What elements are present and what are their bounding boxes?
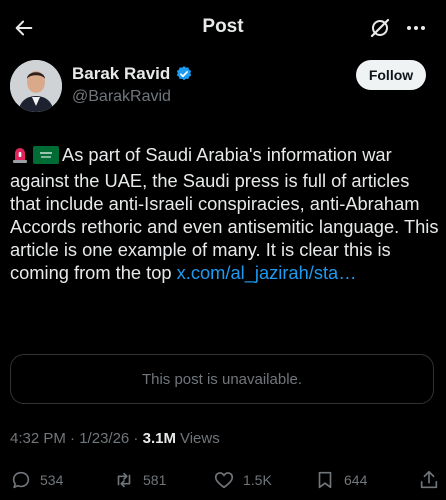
top-bar: Post — [0, 0, 446, 56]
post-date[interactable]: 1/23/26 — [79, 430, 129, 447]
reply-count: 534 — [40, 472, 64, 488]
author-name-row: Barak Ravid — [72, 64, 193, 84]
meta-separator: · — [129, 430, 143, 447]
meta-separator: · — [65, 430, 80, 447]
share-button[interactable] — [418, 468, 440, 492]
post-meta: 4:32 PM · 1/23/26 · 3.1M Views — [10, 430, 220, 447]
reply-icon — [12, 471, 30, 489]
like-button[interactable]: 1.5K — [213, 468, 272, 492]
views-count[interactable]: 3.1M — [143, 430, 176, 447]
avatar[interactable] — [10, 60, 62, 112]
unavailable-text: This post is unavailable. — [141, 370, 303, 388]
heart-icon — [214, 472, 234, 489]
grok-button[interactable] — [366, 14, 394, 42]
like-count: 1.5K — [243, 472, 272, 488]
repost-count: 581 — [143, 472, 167, 488]
more-button[interactable] — [402, 14, 430, 42]
repost-button[interactable]: 581 — [113, 468, 166, 492]
author-name[interactable]: Barak Ravid — [72, 64, 170, 84]
bookmark-button[interactable]: 644 — [314, 468, 367, 492]
quoted-post-unavailable: This post is unavailable. — [10, 354, 434, 404]
more-icon — [407, 26, 425, 30]
verified-badge-icon — [177, 66, 192, 81]
post-text: As part of Saudi Arabia's information wa… — [10, 143, 440, 284]
author-handle[interactable]: @BarakRavid — [72, 88, 171, 106]
reply-button[interactable]: 534 — [10, 468, 63, 492]
views-label: Views — [179, 430, 220, 447]
follow-button[interactable]: Follow — [356, 60, 426, 90]
repost-icon — [117, 472, 131, 488]
siren-emoji — [10, 144, 30, 169]
arrow-left-icon — [15, 20, 33, 36]
avatar-image — [10, 60, 62, 112]
saudi-flag-emoji — [33, 146, 59, 169]
post-link[interactable]: x.com/al_jazirah/sta… — [177, 262, 357, 283]
grok-icon — [370, 18, 390, 38]
action-bar: 534 581 1.5K 644 — [0, 468, 446, 492]
bookmark-icon — [318, 471, 332, 489]
bookmark-count: 644 — [344, 472, 368, 488]
back-button[interactable] — [10, 14, 38, 42]
post-time[interactable]: 4:32 PM — [10, 430, 66, 447]
share-icon — [420, 470, 438, 489]
